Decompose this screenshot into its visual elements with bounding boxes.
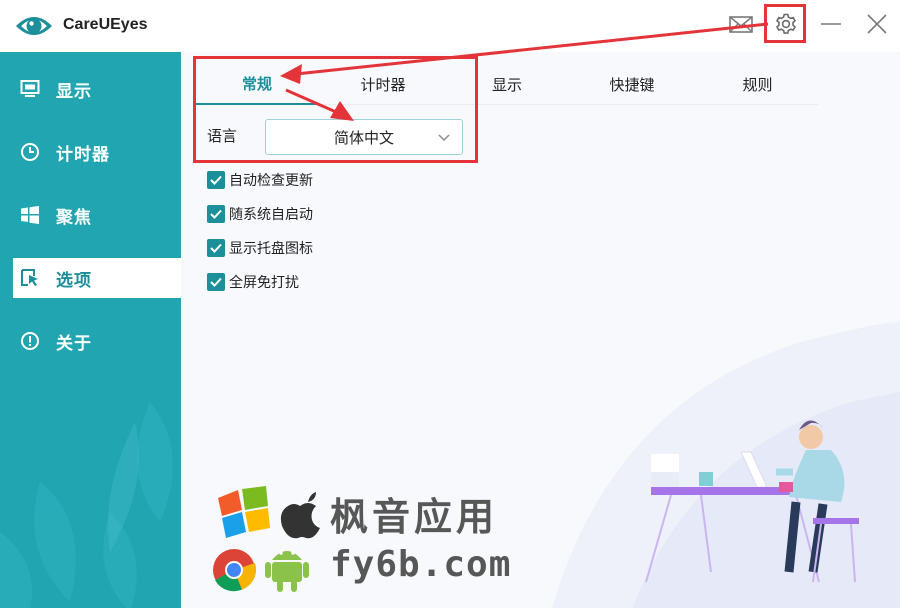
apple-logo-icon (280, 492, 320, 539)
watermark-url: fy6b.com (330, 544, 512, 585)
chrome-logo-icon (213, 549, 256, 592)
windows-logo-icon (218, 486, 270, 538)
android-logo-icon (265, 551, 309, 592)
watermark-text: 枫音应用 (330, 495, 499, 539)
